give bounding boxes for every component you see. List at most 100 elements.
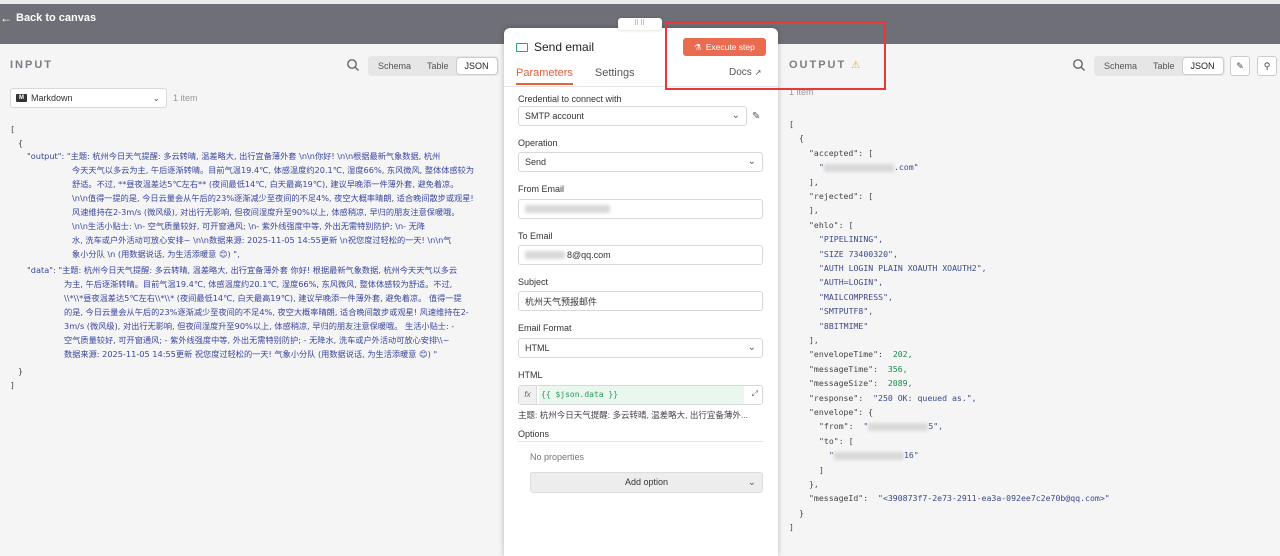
- to-email-label: To Email: [518, 231, 553, 241]
- pin-icon: ⚲: [1263, 61, 1271, 71]
- json-line: 水, 洗车或户外活动可放心安排~ \n\n数据来源: 2025-11-05 14…: [72, 235, 452, 245]
- json-line: "response": "250 OK: queued as.",: [809, 392, 977, 403]
- format-select-value: Markdown: [31, 93, 73, 103]
- credential-value: SMTP account: [525, 111, 584, 121]
- search-icon[interactable]: [346, 58, 360, 72]
- email-format-label: Email Format: [518, 323, 572, 333]
- operation-value: Send: [525, 157, 547, 167]
- input-item-count: 1 item: [173, 93, 198, 103]
- json-line: " .com": [819, 162, 919, 173]
- options-label: Options: [518, 429, 550, 439]
- json-line: "ehlo": [: [809, 219, 854, 230]
- json-line: ],: [809, 335, 819, 345]
- json-line: "SIZE 73400320",: [819, 248, 898, 259]
- mail-icon: [516, 42, 528, 52]
- input-json-open: [: [10, 124, 15, 134]
- fx-icon: fx: [519, 386, 537, 404]
- subject-label: Subject: [518, 277, 549, 287]
- node-title: Send email: [534, 40, 595, 54]
- html-label: HTML: [518, 370, 543, 380]
- credential-select[interactable]: SMTP account ⌄: [518, 106, 747, 126]
- tab-table[interactable]: Table: [419, 58, 457, 74]
- json-line: "envelope": {: [809, 407, 874, 417]
- json-line: "8BITMIME": [819, 320, 869, 331]
- top-trim: [0, 0, 1280, 4]
- json-line: "from": " 5",: [819, 421, 944, 432]
- pencil-icon: ✎: [1236, 61, 1244, 71]
- tab-schema[interactable]: Schema: [370, 58, 419, 74]
- json-line: 空气质量较好, 可开窗通风; - 紫外线强度中等, 外出无需特别防护; - 无降…: [64, 335, 450, 345]
- json-line: 风速维持在2-3m/s (微风级), 对出行无影响, 但夜间湿度升至90%以上,…: [72, 207, 460, 217]
- options-divider: [518, 441, 763, 442]
- json-line: "AUTH LOGIN PLAIN XOAUTH XOAUTH2",: [819, 263, 987, 273]
- json-line: "messageSize": 2089,: [809, 378, 913, 389]
- email-format-value: HTML: [525, 343, 550, 353]
- subject-field[interactable]: 杭州天气预报邮件: [518, 291, 763, 311]
- credential-label: Credential to connect with: [518, 94, 622, 104]
- tab-settings[interactable]: Settings: [595, 67, 635, 85]
- chevron-down-icon: ⌄: [731, 110, 740, 121]
- back-to-canvas-button[interactable]: ← Back to canvas: [0, 11, 96, 25]
- pin-output-button[interactable]: ⚲: [1257, 56, 1277, 76]
- json-line: "MAILCOMPRESS",: [819, 291, 893, 302]
- node-header: Send email: [516, 40, 594, 54]
- json-line: 3m/s (微风级), 对出行无影响, 但夜间湿度升至90%以上, 体感稍凉, …: [64, 321, 455, 331]
- email-format-select[interactable]: HTML ⌄: [518, 338, 763, 358]
- drag-handle[interactable]: ⠿⠿: [618, 18, 662, 30]
- from-email-label: From Email: [518, 184, 565, 194]
- json-line: }: [799, 507, 804, 518]
- json-line: 数据来源: 2025-11-05 14:55更新 祝您度过轻松的一天! 气象小分…: [64, 349, 438, 359]
- json-line: "data": "主题: 杭州今日天气提醒: 多云转晴, 温差略大, 出行宜备薄…: [27, 265, 458, 275]
- json-line: \n\n值得一提的是, 今日云量会从午后的23%逐渐减少至夜间的不足4%, 夜空…: [72, 193, 474, 203]
- tab-table[interactable]: Table: [1145, 58, 1183, 74]
- tab-json[interactable]: JSON: [1182, 58, 1223, 74]
- back-label: Back to canvas: [16, 12, 97, 24]
- json-line: \n\n生活小贴士: \n- 空气质量较好, 可开窗通风; \n- 紫外线强度中…: [72, 221, 426, 231]
- json-line: "messageId": "<390873f7-2e73-2911-ea3a-0…: [809, 493, 1110, 504]
- json-line: 的是, 今日云量会从午后的23%逐渐减少至夜间的不足4%, 夜空大概率晴朗, 适…: [64, 307, 469, 317]
- json-line: "envelopeTime": 202,: [809, 349, 913, 360]
- search-icon[interactable]: [1072, 58, 1086, 72]
- edit-credential-icon[interactable]: ✎: [752, 111, 760, 122]
- tab-parameters[interactable]: Parameters: [516, 67, 573, 85]
- json-line: "output": "主题: 杭州今日天气提醒: 多云转晴, 温差略大, 出行宜…: [27, 151, 441, 161]
- input-panel: INPUT Schema Table JSON M Markdown ⌄ 1 i…: [0, 44, 508, 556]
- operation-label: Operation: [518, 138, 558, 148]
- to-email-value: 8@qq.com: [567, 250, 611, 260]
- tab-schema[interactable]: Schema: [1096, 58, 1145, 74]
- json-line: " 16": [829, 450, 919, 461]
- highlight-box: [665, 21, 886, 90]
- add-option-label: Add option: [624, 477, 669, 487]
- input-json-obj-open: {: [18, 138, 23, 148]
- from-email-field[interactable]: [518, 199, 763, 219]
- redacted-value: [525, 251, 565, 259]
- markdown-icon: M: [16, 94, 27, 102]
- json-line: [: [789, 119, 794, 129]
- json-line: "PIPELINING",: [819, 234, 884, 245]
- no-properties-text: No properties: [530, 452, 585, 462]
- format-select[interactable]: M Markdown ⌄: [10, 88, 167, 108]
- json-line: 象小分队 \n (用数据说话, 为生活添暖意 😊) ",: [72, 249, 240, 259]
- json-line: 舒适。不过, **昼夜温差达5℃左右** (夜间最低14℃, 白天最高19℃),…: [72, 179, 459, 189]
- json-line: ]: [789, 522, 794, 533]
- add-option-button[interactable]: Add option ⌄: [530, 472, 763, 493]
- json-line: 今天天气以多云为主, 午后逐渐转晴。目前气温19.4℃, 体感温度约20.1℃,…: [72, 165, 475, 175]
- json-line: "AUTH=LOGIN",: [819, 277, 884, 288]
- json-line: },: [809, 479, 819, 489]
- output-panel: OUTPUT ⚠ Schema Table JSON ✎ ⚲ 1 item [{…: [778, 44, 1280, 556]
- input-json-obj-close: }: [18, 366, 23, 376]
- html-expression[interactable]: {{ $json.data }}: [539, 386, 744, 404]
- html-expression-field[interactable]: fx {{ $json.data }} ⤢: [518, 385, 763, 405]
- json-line: "accepted": [: [809, 147, 874, 158]
- operation-select[interactable]: Send ⌄: [518, 152, 763, 172]
- chevron-down-icon: ⌄: [747, 342, 756, 353]
- json-line: "to": [: [819, 435, 854, 446]
- json-line: {: [799, 133, 804, 144]
- edit-output-button[interactable]: ✎: [1230, 56, 1250, 76]
- to-email-field[interactable]: 8@qq.com: [518, 245, 763, 265]
- json-line: ],: [809, 176, 819, 187]
- html-preview: 主题: 杭州今日天气提醒: 多云转晴, 温差略大, 出行宜备薄外...: [518, 410, 748, 420]
- output-view-toggle: Schema Table JSON: [1094, 56, 1225, 76]
- tab-json[interactable]: JSON: [456, 58, 497, 74]
- expand-icon[interactable]: ⤢: [752, 389, 758, 399]
